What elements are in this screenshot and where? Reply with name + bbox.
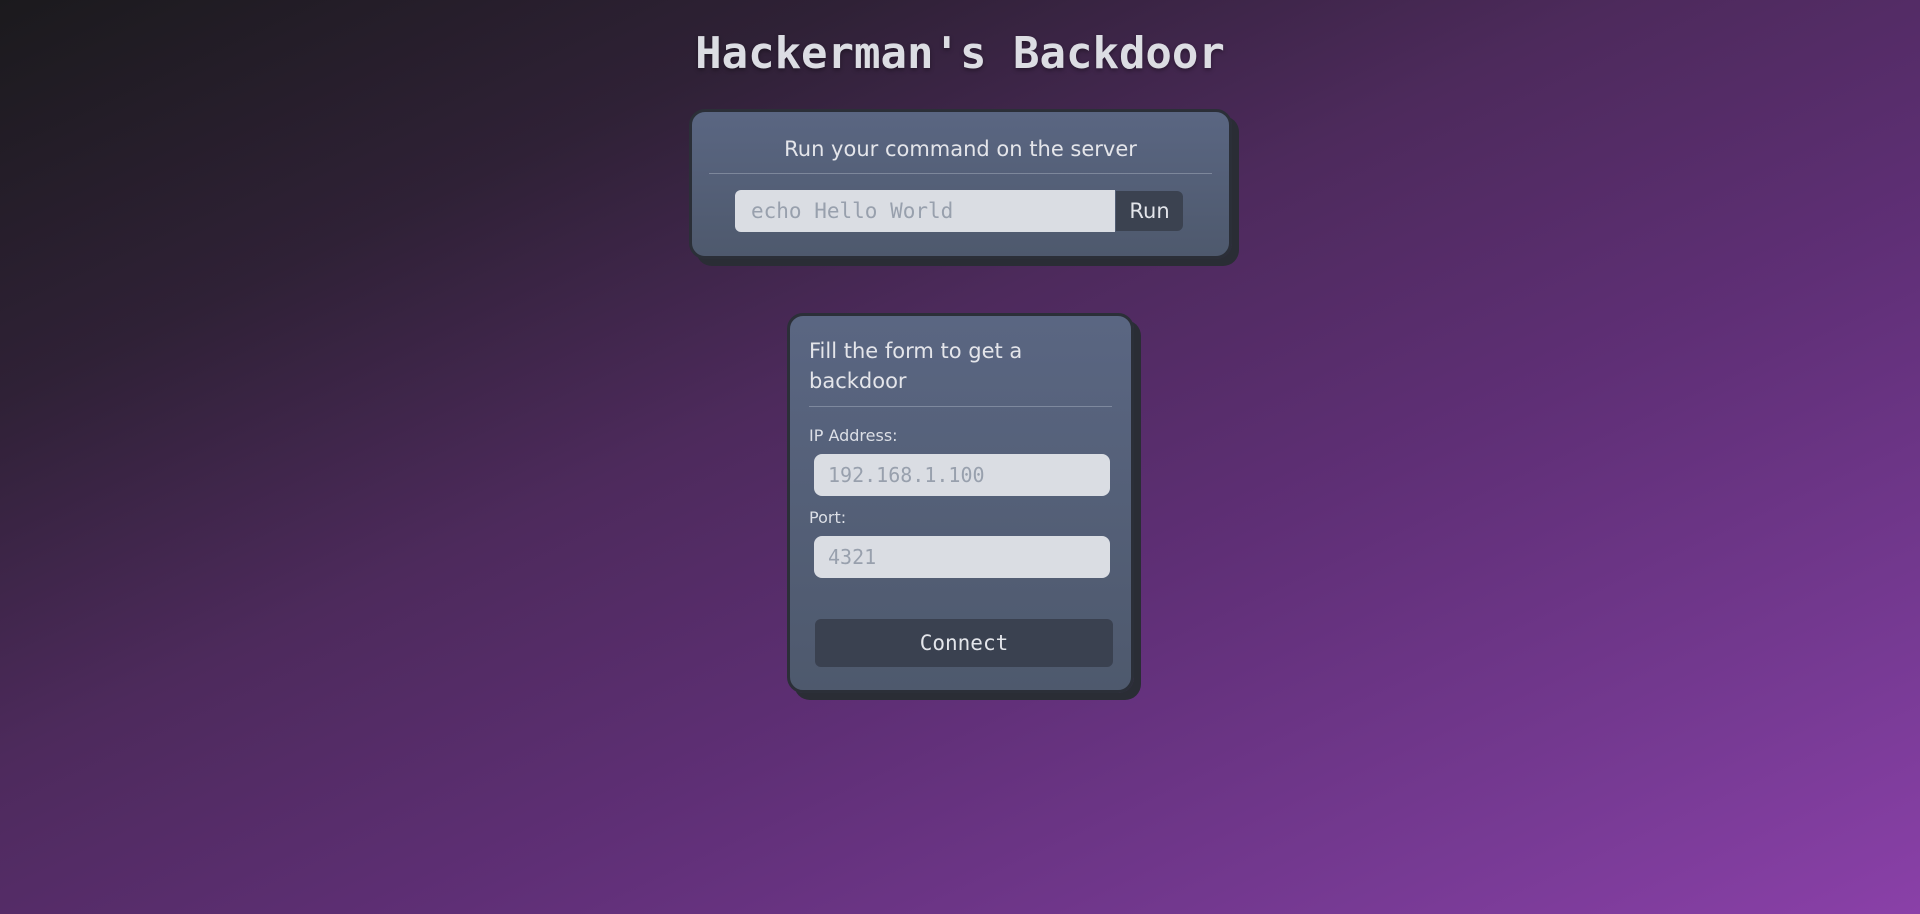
- ip-address-label: IP Address:: [809, 426, 898, 445]
- run-button[interactable]: Run: [1116, 191, 1183, 231]
- command-input[interactable]: [735, 190, 1115, 232]
- command-card-divider: [709, 173, 1212, 174]
- port-input[interactable]: [814, 536, 1110, 578]
- connect-button[interactable]: Connect: [815, 619, 1113, 667]
- command-card: Run your command on the server Run: [689, 109, 1232, 259]
- backdoor-card: Fill the form to get a backdoor IP Addre…: [787, 313, 1134, 693]
- backdoor-card-divider: [809, 406, 1112, 407]
- port-label: Port:: [809, 508, 847, 527]
- page-title: Hackerman's Backdoor: [695, 28, 1225, 79]
- backdoor-card-heading: Fill the form to get a backdoor: [809, 339, 1023, 393]
- command-card-heading: Run your command on the server: [784, 137, 1137, 161]
- ip-address-input[interactable]: [814, 454, 1110, 496]
